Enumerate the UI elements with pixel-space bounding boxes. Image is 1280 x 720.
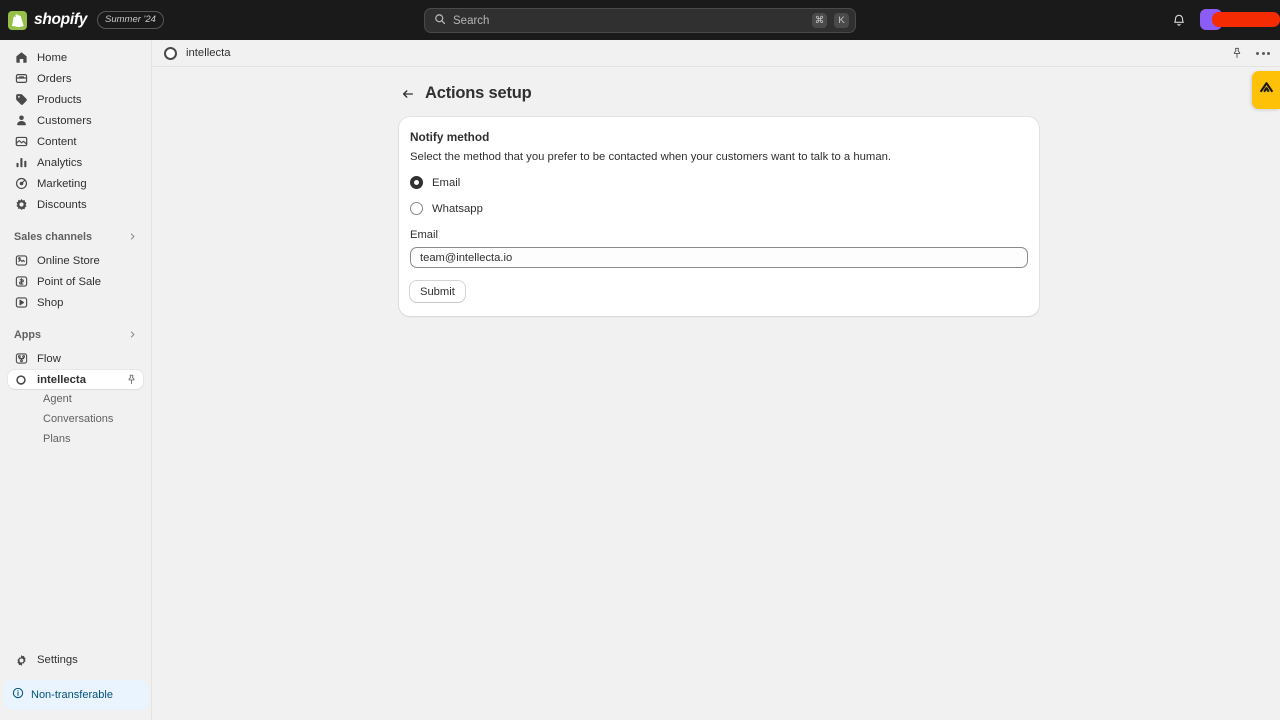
- redaction-bar: [1212, 12, 1280, 27]
- content-icon: [14, 135, 28, 149]
- global-search[interactable]: Search ⌘ K: [424, 8, 856, 33]
- flow-icon: [14, 352, 28, 366]
- email-input[interactable]: team@intellecta.io: [410, 247, 1028, 268]
- shortcut-letter-key: K: [834, 13, 849, 28]
- sidebar-item-label: Customers: [37, 114, 92, 127]
- app-context-bar: intellecta: [152, 40, 1280, 67]
- sidebar-item-analytics[interactable]: Analytics: [8, 153, 143, 172]
- side-help-tab[interactable]: [1252, 71, 1280, 109]
- sidebar-item-label: Point of Sale: [37, 275, 102, 288]
- section-title: Apps: [14, 329, 41, 341]
- sidebar-subitem-plans[interactable]: Plans: [8, 429, 143, 448]
- gear-icon: [14, 653, 28, 667]
- sidebar-item-products[interactable]: Products: [8, 90, 143, 109]
- card-description: Select the method that you prefer to be …: [410, 151, 892, 163]
- sidebar-item-intellecta[interactable]: intellecta: [8, 370, 143, 389]
- sidebar-item-orders[interactable]: Orders: [8, 69, 143, 88]
- home-icon: [14, 51, 28, 65]
- sidebar-item-label: Analytics: [37, 156, 83, 169]
- sidebar-item-content[interactable]: Content: [8, 132, 143, 151]
- chevron-up-logo-icon: [1258, 79, 1275, 101]
- global-top-bar: shopify Summer '24 Search ⌘ K: [0, 0, 1280, 40]
- sidebar-item-label: Online Store: [37, 254, 100, 267]
- pin-icon[interactable]: [126, 374, 137, 385]
- sidebar-item-label: Discounts: [37, 198, 87, 211]
- sidebar-item-discounts[interactable]: Discounts: [8, 195, 143, 214]
- search-icon: [434, 12, 446, 30]
- sidebar-item-flow[interactable]: Flow: [8, 349, 143, 368]
- sidebar-item-label: Settings: [37, 654, 78, 666]
- intellecta-logo-icon: [14, 373, 28, 387]
- discounts-icon: [14, 198, 28, 212]
- intellecta-logo-icon: [164, 46, 177, 60]
- orders-icon: [14, 72, 28, 86]
- point-of-sale-icon: [14, 275, 28, 289]
- sidebar-item-settings[interactable]: Settings: [8, 650, 144, 670]
- products-tag-icon: [14, 93, 28, 107]
- sidebar-footer: Settings Non-transferable: [0, 650, 152, 720]
- sidebar-item-online-store[interactable]: Online Store: [8, 251, 143, 270]
- sidebar-item-label: Products: [37, 93, 82, 106]
- radio-button[interactable]: [410, 176, 423, 189]
- search-input[interactable]: Search ⌘ K: [424, 8, 856, 33]
- sidebar-item-label: Shop: [37, 296, 64, 309]
- page-title: Actions setup: [425, 84, 532, 102]
- marketing-megaphone-icon: [14, 177, 28, 191]
- card-title: Notify method: [410, 130, 490, 144]
- notifications-bell-icon[interactable]: [1168, 9, 1190, 31]
- sidebar-item-point-of-sale[interactable]: Point of Sale: [8, 272, 143, 291]
- shortcut-cmd-key: ⌘: [812, 13, 827, 28]
- submit-button[interactable]: Submit: [410, 281, 465, 302]
- chevron-right-icon: [128, 326, 137, 344]
- sidebar-section-sales-channels[interactable]: Sales channels: [14, 228, 137, 246]
- non-transferable-banner[interactable]: Non-transferable: [4, 680, 148, 710]
- sidebar-item-customers[interactable]: Customers: [8, 111, 143, 130]
- sidebar-item-label: Home: [37, 51, 68, 64]
- online-store-icon: [14, 254, 28, 268]
- sidebar-item-label: Content: [37, 135, 77, 148]
- sidebar-item-label: Orders: [37, 72, 72, 85]
- sidebar-item-label: Marketing: [37, 177, 87, 190]
- sidebar-item-shop[interactable]: Shop: [8, 293, 143, 312]
- email-field-label: Email: [410, 229, 438, 241]
- app-name: intellecta: [186, 47, 231, 59]
- analytics-bars-icon: [14, 156, 28, 170]
- sidebar-subitem-agent[interactable]: Agent: [8, 389, 143, 408]
- sidebar-item-label: intellecta: [37, 373, 86, 386]
- sidebar-subitem-conversations[interactable]: Conversations: [8, 409, 143, 428]
- more-horizontal-icon[interactable]: [1256, 51, 1270, 55]
- non-transferable-label: Non-transferable: [31, 689, 113, 701]
- sidebar-item-home[interactable]: Home: [8, 48, 143, 67]
- section-title: Sales channels: [14, 231, 93, 243]
- user-account-menu[interactable]: [1200, 9, 1280, 31]
- radio-label: Whatsapp: [432, 202, 483, 215]
- arrow-left-icon[interactable]: [401, 87, 415, 101]
- shopify-logo-icon: [8, 10, 27, 30]
- search-placeholder: Search: [453, 14, 490, 27]
- radio-button[interactable]: [410, 202, 423, 215]
- season-badge: Summer '24: [97, 11, 164, 29]
- sidebar-section-apps[interactable]: Apps: [14, 326, 137, 344]
- shopify-brand[interactable]: shopify Summer '24: [0, 10, 164, 30]
- customers-person-icon: [14, 114, 28, 128]
- sidebar-item-label: Flow: [37, 352, 61, 365]
- chevron-right-icon: [128, 228, 137, 246]
- page-header: Actions setup: [401, 84, 1280, 103]
- pin-icon[interactable]: [1231, 47, 1243, 59]
- info-circle-icon: [12, 686, 24, 704]
- main-content: Actions setup Notify method Select the m…: [152, 67, 1280, 720]
- top-bar-actions: [1168, 0, 1280, 40]
- radio-option-whatsapp[interactable]: Whatsapp: [410, 202, 1028, 215]
- app-bar-actions: [1231, 47, 1270, 59]
- radio-label: Email: [432, 176, 461, 189]
- notify-method-card: Notify method Select the method that you…: [399, 117, 1039, 316]
- shop-icon: [14, 296, 28, 310]
- sidebar-item-marketing[interactable]: Marketing: [8, 174, 143, 193]
- radio-option-email[interactable]: Email: [410, 176, 1028, 189]
- main-sidebar: Home Orders Products Customers Content A…: [0, 40, 152, 720]
- shopify-wordmark: shopify: [34, 11, 88, 28]
